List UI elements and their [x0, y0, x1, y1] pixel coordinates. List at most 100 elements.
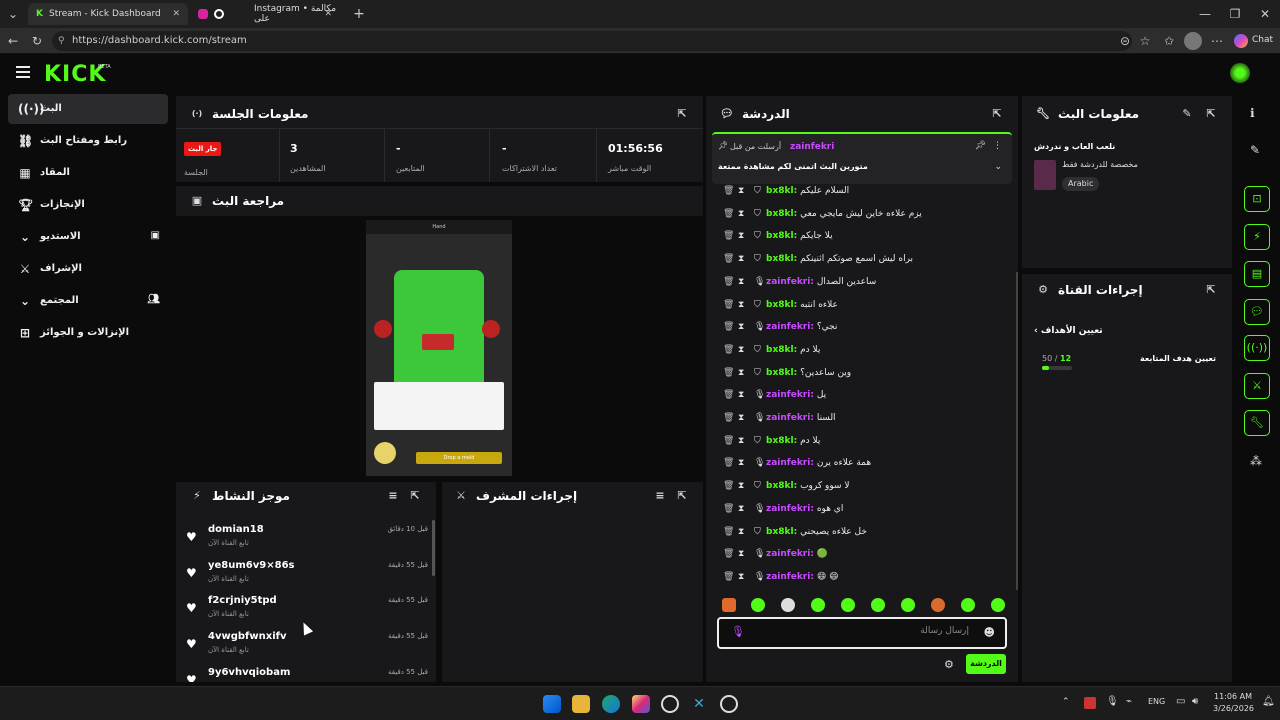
timeout-icon[interactable]: ⧗	[738, 209, 748, 221]
trash-icon[interactable]: 🗑︎	[723, 504, 734, 516]
chat-username[interactable]: zainfekri	[766, 458, 810, 468]
notes-tool-button[interactable]: ▤	[1244, 261, 1270, 287]
clock-time[interactable]: 11:06 AM	[1214, 692, 1252, 701]
start-icon[interactable]	[543, 695, 561, 713]
trash-icon[interactable]: 🗑︎	[723, 254, 734, 266]
mic-tray-icon[interactable]: 🎙︎	[1106, 696, 1119, 707]
bolt-tool-button[interactable]: ⚡︎	[1244, 224, 1270, 250]
trash-icon[interactable]: 🗑︎	[723, 572, 734, 584]
timeout-icon[interactable]: ⧗	[738, 572, 748, 584]
chat-scrollbar[interactable]	[1016, 272, 1018, 590]
chat-username[interactable]: bx8kl	[766, 209, 794, 219]
close-tab-icon[interactable]: ✕	[324, 9, 332, 19]
trash-icon[interactable]: 🗑︎	[723, 345, 734, 357]
user-avatar[interactable]	[1230, 63, 1250, 83]
timeout-icon[interactable]: ⧗	[738, 300, 748, 312]
emote-icon[interactable]	[781, 598, 795, 612]
reader-icon[interactable]: ⊝	[1116, 32, 1134, 50]
trash-icon[interactable]: 🗑︎	[723, 186, 734, 198]
timeout-icon[interactable]: ⧗	[738, 277, 748, 289]
emote-icon[interactable]	[961, 598, 975, 612]
timeout-icon[interactable]: ⧗	[738, 231, 748, 243]
camera-tool-button[interactable]: ⊡	[1244, 186, 1270, 212]
follower-name[interactable]: 4vwgbfwnxifv	[208, 631, 287, 642]
sidebar-item-analytics[interactable]: ▦ المقاد	[8, 158, 168, 188]
language-indicator[interactable]: ENG	[1148, 697, 1165, 706]
chat-username[interactable]: bx8kl	[766, 436, 794, 446]
copilot-icon[interactable]	[1234, 34, 1248, 48]
pencil-icon[interactable]: ✎	[1250, 143, 1260, 157]
broadcast-tool-button[interactable]: ((·))	[1244, 335, 1270, 361]
chat-username[interactable]: bx8kl	[766, 345, 794, 355]
sidebar-item-moderation[interactable]: ⚔ الإشراف	[8, 254, 168, 284]
reload-icon[interactable]: ↻	[28, 32, 46, 50]
trash-icon[interactable]: 🗑︎	[723, 436, 734, 448]
notification-icon[interactable]: 🔔︎	[1262, 696, 1275, 707]
url-input[interactable]: ⚲ https://dashboard.kick.com/stream	[52, 31, 1132, 51]
popout-icon[interactable]: ⇱	[675, 489, 689, 503]
trash-icon[interactable]: 🗑︎	[723, 527, 734, 539]
volume-icon[interactable]: 🔊︎	[1192, 696, 1198, 707]
chat-username[interactable]: bx8kl	[766, 231, 794, 241]
filter-icon[interactable]: ≡	[653, 489, 667, 503]
back-icon[interactable]: ←	[4, 32, 22, 50]
emote-icon[interactable]	[751, 598, 765, 612]
network-icon[interactable]: ⌁	[1126, 696, 1132, 707]
close-window-icon[interactable]: ✕	[1256, 5, 1274, 23]
follower-name[interactable]: 9y6vhvqiobam	[208, 667, 290, 678]
profile-icon[interactable]	[1184, 32, 1202, 50]
chat-username[interactable]: bx8kl	[766, 368, 794, 378]
trash-icon[interactable]: 🗑︎	[723, 209, 734, 221]
popout-icon[interactable]: ⇱	[990, 107, 1004, 121]
chevron-down-icon[interactable]: ⌄	[994, 162, 1002, 172]
sidebar-item-studio[interactable]: ⌄ الاستديو ▣	[8, 222, 168, 252]
trash-icon[interactable]: 🗑︎	[723, 231, 734, 243]
wifi-icon[interactable]: ▭	[1176, 696, 1185, 707]
pinned-user[interactable]: zainfekri	[790, 142, 834, 152]
chat-username[interactable]: zainfekri	[766, 277, 810, 287]
new-tab-button[interactable]: +	[350, 5, 368, 23]
timeout-icon[interactable]: ⧗	[738, 436, 748, 448]
popout-icon[interactable]: ⇱	[1204, 107, 1218, 121]
timeout-icon[interactable]: ⧗	[738, 322, 748, 334]
emoji-icon[interactable]: ☻	[984, 626, 995, 639]
hamburger-menu-icon[interactable]	[16, 66, 30, 78]
stream-video[interactable]: Hand Drop a meld	[366, 220, 512, 476]
more-options-icon[interactable]: ⋮	[993, 141, 1002, 151]
trash-icon[interactable]: 🗑︎	[723, 481, 734, 493]
capcut-icon[interactable]: ✕	[690, 695, 708, 713]
tab-instagram[interactable]: Instagram • مكالمة على ✕	[190, 3, 340, 25]
sidebar-item-stream-key[interactable]: ⛓ رابط ومفتاح البث	[8, 126, 168, 156]
instagram-icon[interactable]	[632, 695, 650, 713]
sword-tool-button[interactable]: ⚔	[1244, 373, 1270, 399]
mic-icon[interactable]: 🎙︎	[731, 625, 745, 638]
timeout-icon[interactable]: ⧗	[738, 481, 748, 493]
chat-username[interactable]: zainfekri	[766, 572, 810, 582]
clock-date[interactable]: 3/26/2026	[1213, 704, 1254, 713]
scrollbar[interactable]	[432, 520, 435, 576]
wrench-tool-button[interactable]: 🔧︎	[1244, 410, 1270, 436]
emote-icon[interactable]	[931, 598, 945, 612]
emote-icon[interactable]	[841, 598, 855, 612]
more-icon[interactable]: ⋯	[1208, 32, 1226, 50]
emote-icon[interactable]	[901, 598, 915, 612]
timeout-icon[interactable]: ⧗	[738, 504, 748, 516]
favorite-icon[interactable]: ☆	[1136, 32, 1154, 50]
info-icon[interactable]: ℹ	[1250, 106, 1255, 120]
maximize-icon[interactable]: ❐	[1226, 5, 1244, 23]
settings-icon[interactable]: ⚙	[944, 658, 954, 671]
chat-username[interactable]: zainfekri	[766, 413, 810, 423]
tab-menu-icon[interactable]: ⌄	[4, 5, 22, 23]
timeout-icon[interactable]: ⧗	[738, 368, 748, 380]
chat-tool-button[interactable]: 💬︎	[1244, 299, 1270, 325]
send-chat-button[interactable]: الدردشة	[966, 654, 1006, 674]
minimize-icon[interactable]: —	[1196, 5, 1214, 23]
apps-icon[interactable]: ⁂	[1250, 454, 1262, 468]
popout-icon[interactable]: ⇱	[408, 489, 422, 503]
chat-username[interactable]: bx8kl	[766, 300, 794, 310]
sidebar-item-achievements[interactable]: 🏆︎ الإنجازات	[8, 190, 168, 220]
timeout-icon[interactable]: ⧗	[738, 390, 748, 402]
sidebar-item-community[interactable]: ⌄ المجتمع 👥︎	[8, 286, 168, 316]
chat-username[interactable]: bx8kl	[766, 254, 794, 264]
timeout-icon[interactable]: ⧗	[738, 186, 748, 198]
